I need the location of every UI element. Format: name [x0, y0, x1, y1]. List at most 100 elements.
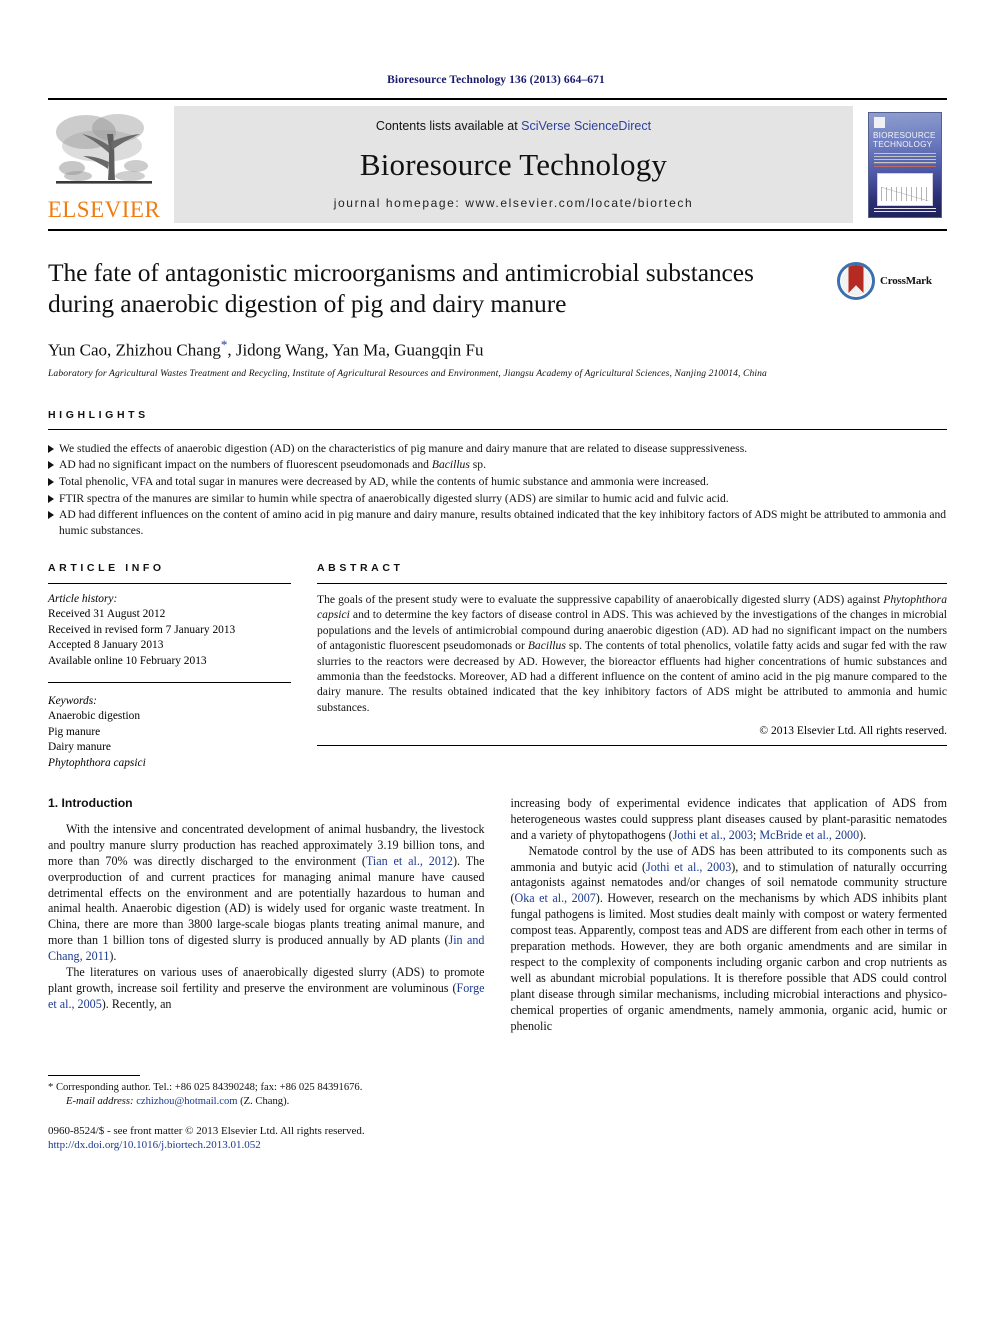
body-left-column: 1. Introduction With the intensive and c…	[48, 796, 485, 1153]
crossmark-label: CrossMark	[880, 275, 932, 287]
elsevier-tree-icon	[52, 106, 156, 198]
elsevier-logo: ELSEVIER	[48, 106, 160, 223]
cover-title-line1: BIORESOURCE	[873, 130, 936, 140]
article-info-heading: ARTICLE INFO	[48, 561, 165, 574]
body-columns: 1. Introduction With the intensive and c…	[48, 796, 947, 1153]
email-suffix: (Z. Chang).	[237, 1095, 290, 1107]
abstract-text: The goals of the present study were to e…	[317, 592, 947, 715]
highlight-text: AD had no significant impact on the numb…	[59, 458, 486, 472]
bullet-arrow-icon	[48, 478, 59, 487]
highlights-rule	[48, 428, 947, 430]
journal-homepage-line[interactable]: journal homepage: www.elsevier.com/locat…	[334, 196, 693, 210]
journal-band: Contents lists available at SciVerse Sci…	[174, 106, 853, 223]
body-right-column: increasing body of experimental evidence…	[511, 796, 948, 1153]
highlights-heading-text: HIGHLIGHTS	[48, 408, 149, 421]
bullet-arrow-icon	[48, 511, 59, 520]
list-item: AD had different influences on the conte…	[48, 507, 947, 537]
highlight-text: FTIR spectra of the manures are similar …	[59, 491, 729, 505]
article-history: Article history: Received 31 August 2012…	[48, 592, 291, 669]
keyword-item: Dairy manure	[48, 741, 111, 754]
running-head: Bioresource Technology 136 (2013) 664–67…	[387, 74, 605, 86]
history-item: Available online 10 February 2013	[48, 654, 207, 667]
abstract-copyright: © 2013 Elsevier Ltd. All rights reserved…	[759, 725, 947, 738]
sciencedirect-link[interactable]: SciVerse ScienceDirect	[521, 119, 651, 133]
history-item: Received in revised form 7 January 2013	[48, 623, 236, 636]
citation-link[interactable]: Tian et al., 2012	[366, 854, 453, 868]
keywords-list: Keywords: Anaerobic digestion Pig manure…	[48, 694, 291, 771]
keyword-item: Anaerobic digestion	[48, 710, 141, 723]
contents-prefix: Contents lists available at	[375, 119, 522, 133]
text-segment: ). Recently, an	[101, 996, 172, 1011]
issn-line: 0960-8524/$ - see front matter © 2013 El…	[48, 1124, 365, 1137]
history-item: Accepted 8 January 2013	[48, 639, 164, 652]
bullet-arrow-icon	[48, 444, 59, 453]
abstract-part1: The goals of the present study were to e…	[317, 592, 884, 606]
text-segment: ).	[109, 949, 117, 964]
bullet-arrow-icon	[48, 494, 59, 503]
elsevier-wordmark: ELSEVIER	[47, 197, 161, 222]
history-item: Received 31 August 2012	[48, 608, 166, 621]
text-segment: ).	[859, 827, 867, 842]
list-item: We studied the effects of anaerobic dige…	[48, 441, 947, 456]
highlight-text: We studied the effects of anaerobic dige…	[59, 441, 748, 455]
abstract-bottom-rule	[317, 745, 947, 747]
crossmark-badge[interactable]: CrossMark	[837, 259, 947, 303]
doi-link[interactable]: http://dx.doi.org/10.1016/j.biortech.201…	[48, 1139, 261, 1151]
highlight-text: Total phenolic, VFA and total sugar in m…	[59, 475, 709, 489]
keywords-block: Keywords: Anaerobic digestion Pig manure…	[48, 681, 291, 771]
abstract-heading: ABSTRACT	[317, 561, 404, 574]
text-segment: The literatures on various uses of anaer…	[48, 965, 485, 995]
citation-link[interactable]: Oka et al., 2007	[515, 891, 596, 905]
authors-post: , Jidong Wang, Yan Ma, Guangqin Fu	[227, 340, 484, 360]
page-title: The fate of antagonistic microorganisms …	[48, 258, 754, 318]
article-first-page: Bioresource Technology 136 (2013) 664–67…	[0, 0, 992, 1323]
citation-link[interactable]: Jothi et al., 2003	[646, 860, 731, 874]
highlights-list: We studied the effects of anaerobic dige…	[48, 441, 947, 538]
footnote-block: * Corresponding author. Tel.: +86 025 84…	[48, 1074, 485, 1153]
paragraph: Nematode control by the use of ADS has b…	[511, 844, 948, 1035]
contents-lists-line: Contents lists available at SciVerse Sci…	[376, 119, 651, 133]
abstract-organism2: Bacillus	[527, 639, 566, 653]
keyword-item: Pig manure	[48, 725, 101, 738]
article-info-column: ARTICLE INFO Article history: Received 3…	[48, 562, 291, 771]
footnote-rule	[48, 1074, 140, 1076]
journal-cover-thumbnail[interactable]: BIORESOURCE TECHNOLOGY	[863, 106, 947, 223]
crossmark-icon	[837, 262, 875, 300]
info-abstract-row: ARTICLE INFO Article history: Received 3…	[48, 562, 947, 771]
article-history-label: Article history:	[48, 592, 118, 605]
highlights-heading: HIGHLIGHTS	[48, 409, 947, 421]
email-label: E-mail address:	[66, 1095, 134, 1107]
list-item: Total phenolic, VFA and total sugar in m…	[48, 474, 947, 489]
title-block: CrossMark The fate of antagonistic micro…	[48, 257, 947, 379]
keyword-item: Phytophthora capsici	[48, 756, 146, 769]
list-item: FTIR spectra of the manures are similar …	[48, 491, 947, 506]
section-heading-introduction: 1. Introduction	[48, 795, 133, 810]
citation-link[interactable]: Jothi et al., 2003	[673, 828, 753, 842]
cover-image: BIORESOURCE TECHNOLOGY	[868, 111, 942, 218]
cover-figure	[877, 172, 933, 206]
abstract-column: ABSTRACT The goals of the present study …	[317, 562, 947, 771]
affiliation: Laboratory for Agricultural Wastes Treat…	[48, 367, 767, 379]
citation-link[interactable]: McBride et al., 2000	[759, 828, 859, 842]
email-link[interactable]: czhizhou@hotmail.com	[136, 1096, 237, 1107]
cover-title: BIORESOURCE TECHNOLOGY	[873, 131, 937, 149]
journal-title: Bioresource Technology	[359, 146, 668, 182]
paragraph: increasing body of experimental evidence…	[511, 796, 948, 844]
abstract-rule	[317, 582, 947, 584]
imprint-block: 0960-8524/$ - see front matter © 2013 El…	[48, 1124, 485, 1153]
cover-subtitle-lines-red	[874, 162, 936, 169]
highlight-text: AD had different influences on the conte…	[59, 508, 947, 537]
corresponding-author-text: * Corresponding author. Tel.: +86 025 84…	[48, 1081, 363, 1093]
bullet-arrow-icon	[48, 461, 59, 470]
paragraph: The literatures on various uses of anaer…	[48, 965, 485, 1013]
paragraph: With the intensive and concentrated deve…	[48, 822, 485, 965]
authors-pre: Yun Cao, Zhizhou Chang	[48, 340, 221, 360]
cover-footer-lines	[874, 207, 936, 214]
list-item: AD had no significant impact on the numb…	[48, 457, 947, 472]
article-info-rule	[48, 582, 291, 584]
text-segment: ). However, research on the mechanisms b…	[510, 891, 948, 1033]
cover-title-line2: TECHNOLOGY	[873, 139, 933, 149]
author-list: Yun Cao, Zhizhou Chang*, Jidong Wang, Ya…	[48, 337, 947, 361]
corresponding-author-note: * Corresponding author. Tel.: +86 025 84…	[48, 1081, 485, 1109]
cover-publisher-icon	[874, 116, 885, 128]
